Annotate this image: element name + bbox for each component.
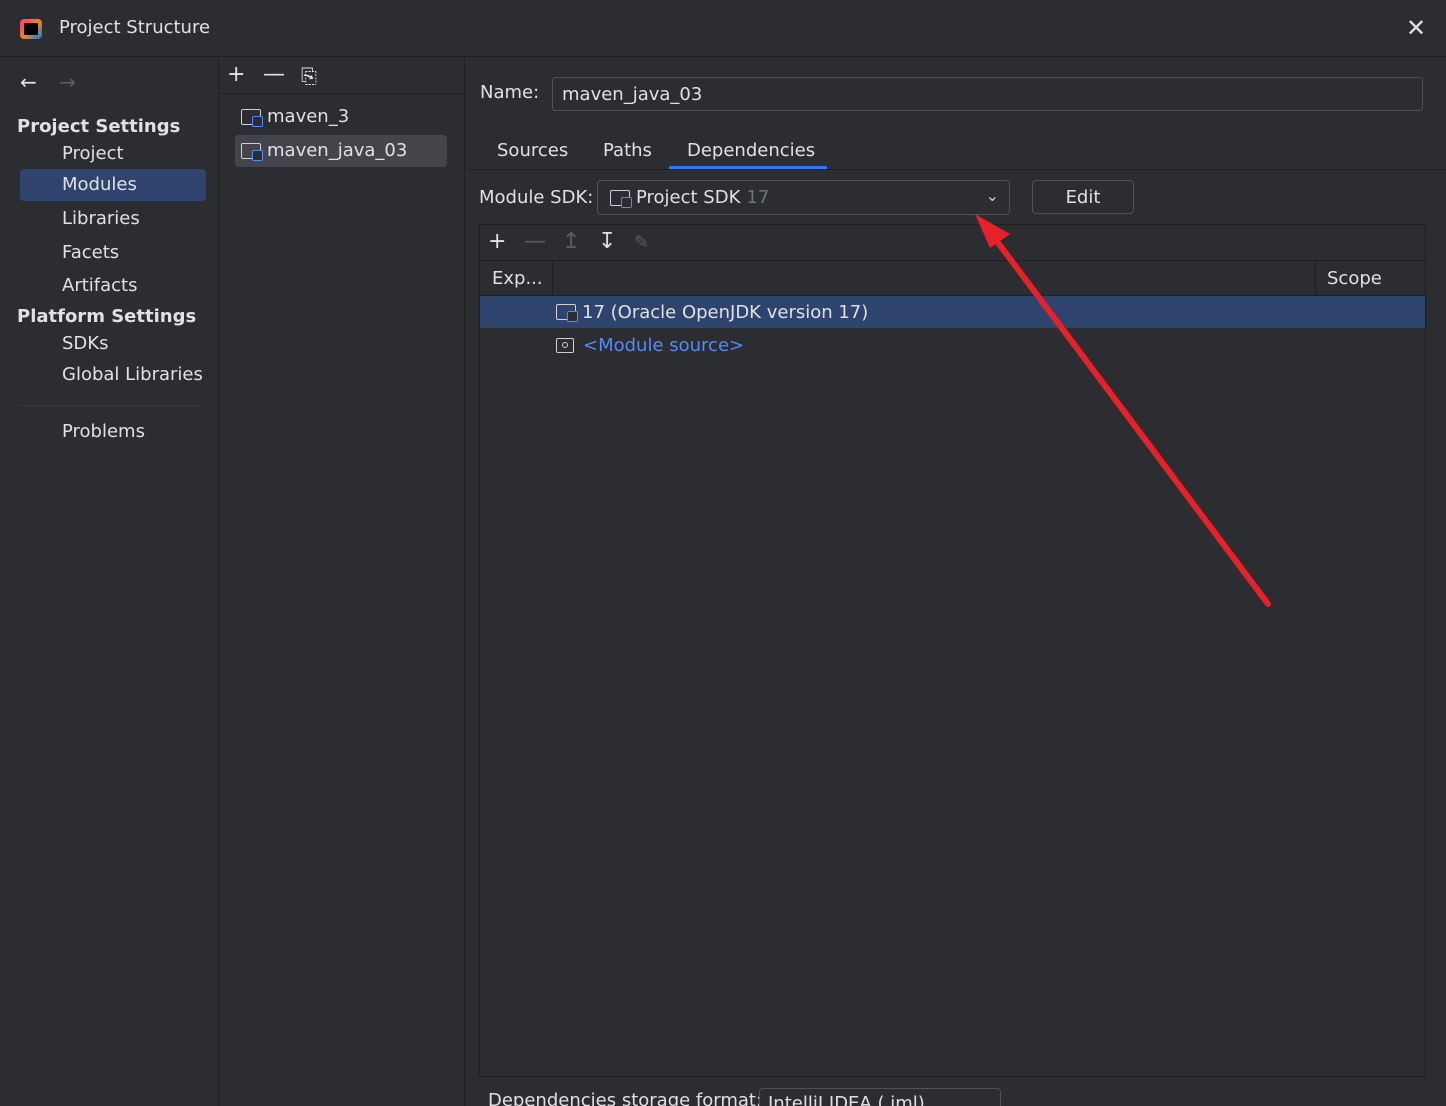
- nav-item-global-libraries[interactable]: Global Libraries: [20, 359, 206, 391]
- remove-dependency-icon[interactable]: —: [524, 229, 546, 254]
- column-scope[interactable]: Scope: [1327, 268, 1382, 289]
- column-export[interactable]: Exp...: [492, 268, 543, 289]
- module-sdk-label: Module SDK:: [479, 187, 594, 208]
- sdk-version: 17: [746, 187, 770, 208]
- nav-item-modules[interactable]: Modules: [20, 169, 206, 201]
- module-item-label: maven_java_03: [267, 140, 408, 161]
- module-item-maven-java-03[interactable]: maven_java_03: [235, 135, 447, 167]
- table-row[interactable]: 17 (Oracle OpenJDK version 17): [480, 296, 1425, 328]
- tab-paths[interactable]: Paths: [603, 140, 652, 161]
- module-item-maven-3[interactable]: maven_3: [235, 101, 447, 133]
- nav-item-artifacts[interactable]: Artifacts: [20, 270, 206, 302]
- nav-item-sdks[interactable]: SDKs: [20, 328, 206, 360]
- nav-item-facets[interactable]: Facets: [20, 237, 206, 269]
- chevron-down-icon: ⌄: [985, 186, 999, 205]
- move-down-icon[interactable]: ↧: [598, 229, 616, 254]
- dependency-label: 17 (Oracle OpenJDK version 17): [582, 301, 869, 323]
- add-icon[interactable]: +: [227, 62, 245, 87]
- platform-settings-heading: Platform Settings: [17, 306, 197, 327]
- module-source-icon: [556, 337, 574, 353]
- left-navigation: ← → Project Settings Project Modules Lib…: [0, 58, 219, 1106]
- dependencies-toolbar: + — ↥ ↧ ✎: [480, 225, 1425, 261]
- forward-arrow-icon[interactable]: →: [59, 70, 76, 94]
- nav-item-problems[interactable]: Problems: [20, 416, 206, 448]
- column-divider: [552, 261, 553, 296]
- sdk-folder-icon: [556, 304, 578, 322]
- module-sdk-dropdown[interactable]: Project SDK 17 ⌄: [597, 180, 1010, 215]
- back-arrow-icon[interactable]: ←: [20, 70, 37, 94]
- tab-dependencies[interactable]: Dependencies: [687, 140, 815, 161]
- dependencies-panel: + — ↥ ↧ ✎ Exp... Scope 17 (Oracle OpenJD…: [479, 224, 1426, 1077]
- dependency-label: <Module source>: [583, 334, 745, 356]
- edit-dependency-icon[interactable]: ✎: [634, 232, 649, 253]
- close-icon[interactable]: ✕: [1404, 14, 1428, 42]
- remove-icon[interactable]: —: [263, 62, 285, 87]
- module-folder-icon: [241, 143, 263, 161]
- module-item-label: maven_3: [267, 106, 350, 127]
- sdk-value: Project SDK: [636, 187, 741, 208]
- module-folder-icon: [241, 109, 263, 127]
- add-dependency-icon[interactable]: +: [488, 229, 506, 254]
- tab-sources[interactable]: Sources: [497, 140, 568, 161]
- storage-format-dropdown[interactable]: IntelliJ IDEA (.iml): [759, 1088, 1001, 1106]
- active-tab-indicator: [669, 166, 827, 169]
- module-tabs: Sources Paths Dependencies: [466, 128, 1446, 170]
- move-up-icon[interactable]: ↥: [562, 229, 580, 254]
- module-details: Name: Sources Paths Dependencies Module …: [466, 58, 1446, 1106]
- window-title: Project Structure: [59, 17, 211, 38]
- table-row[interactable]: <Module source>: [480, 329, 1425, 361]
- intellij-logo-icon: [20, 19, 42, 39]
- project-settings-heading: Project Settings: [17, 116, 181, 137]
- name-label: Name:: [480, 82, 540, 103]
- nav-item-project[interactable]: Project: [20, 138, 206, 170]
- title-bar: Project Structure ✕: [0, 0, 1446, 57]
- module-name-input[interactable]: [552, 77, 1423, 111]
- modules-toolbar: + — ⎘: [219, 58, 465, 94]
- modules-list-panel: + — ⎘ maven_3 maven_java_03: [219, 58, 465, 1106]
- copy-icon[interactable]: ⎘: [301, 64, 317, 88]
- nav-item-libraries[interactable]: Libraries: [20, 203, 206, 235]
- storage-format-label: Dependencies storage format:: [488, 1090, 763, 1106]
- nav-divider: [20, 405, 200, 406]
- column-divider: [1315, 261, 1316, 296]
- edit-sdk-button[interactable]: Edit: [1032, 180, 1134, 214]
- nav-arrows: ← →: [20, 70, 92, 94]
- sdk-folder-icon: [610, 189, 632, 208]
- dependencies-table-header: Exp... Scope: [480, 261, 1425, 296]
